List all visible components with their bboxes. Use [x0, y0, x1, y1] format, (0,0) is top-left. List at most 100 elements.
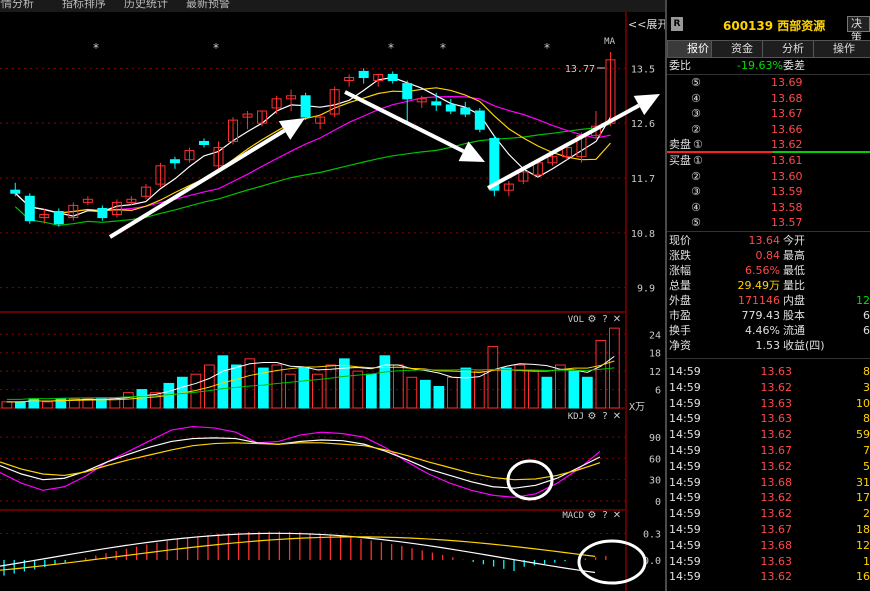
help-icon[interactable]: ? — [602, 411, 607, 422]
volume-bar[interactable] — [1, 401, 13, 409]
volume-bar[interactable] — [420, 379, 431, 409]
bid-level[interactable]: ④ 13.58 — [667, 200, 870, 216]
tick-time: 14:59 — [669, 554, 701, 568]
help-icon[interactable]: ? — [602, 510, 607, 521]
menu-item[interactable]: 历史统计 — [124, 0, 168, 11]
volume-bar[interactable] — [231, 364, 242, 409]
close-icon[interactable]: ✕ — [613, 510, 621, 521]
macd-dif-line — [0, 532, 596, 574]
volume-bar[interactable] — [433, 386, 445, 409]
volume-bar[interactable] — [406, 376, 418, 409]
vol-tick-label: 12 — [649, 367, 661, 378]
volume-bar[interactable] — [136, 389, 148, 409]
ask-level[interactable]: ④ 13.68 — [667, 91, 870, 107]
candle-down[interactable] — [431, 101, 442, 106]
candle-down[interactable] — [460, 107, 471, 115]
volume-bar[interactable] — [582, 376, 593, 409]
gear-icon[interactable]: ⚙ — [588, 411, 597, 422]
candle-down[interactable] — [10, 189, 21, 194]
volume-bar[interactable] — [28, 398, 40, 409]
tick-row[interactable]: 14:59 13.62 16 — [667, 569, 870, 585]
volume-bar[interactable] — [285, 373, 296, 409]
candle-down[interactable] — [53, 211, 64, 225]
tick-row[interactable]: 14:59 13.62 59 — [667, 427, 870, 443]
volume-bar[interactable] — [555, 364, 566, 409]
signal-star-icon: * — [388, 41, 394, 55]
top-menu-bar: 行情分析 指标排序 历史统计 最新预警 — [0, 0, 665, 12]
tick-price: 13.68 — [760, 475, 793, 489]
volume-bar[interactable] — [379, 355, 391, 409]
candle-down[interactable] — [445, 104, 456, 112]
volume-bar[interactable] — [42, 401, 53, 409]
help-icon[interactable]: ? — [602, 314, 607, 325]
trend-arrow-up-head — [278, 118, 305, 140]
tick-row[interactable]: 14:59 13.62 2 — [667, 506, 870, 522]
gear-icon[interactable]: ⚙ — [588, 510, 597, 521]
candle-down[interactable] — [300, 95, 311, 118]
tick-row[interactable]: 14:59 13.63 10 — [667, 396, 870, 412]
tick-row[interactable]: 14:59 13.67 7 — [667, 443, 870, 459]
stat-label: 换手 — [669, 324, 691, 337]
close-icon[interactable]: ✕ — [613, 411, 621, 422]
candle-down[interactable] — [358, 70, 369, 78]
stat-label: 涨跌 — [669, 249, 691, 262]
volume-bar[interactable] — [298, 367, 310, 409]
level-number: ④ — [691, 200, 701, 214]
volume-bar[interactable] — [595, 339, 607, 409]
close-icon[interactable]: ✕ — [613, 314, 621, 325]
tick-row[interactable]: 14:59 13.63 8 — [667, 411, 870, 427]
vol-tick-label: 18 — [649, 349, 661, 360]
ask-level[interactable]: ③ 13.67 — [667, 106, 870, 122]
tick-row[interactable]: 14:59 13.62 17 — [667, 490, 870, 506]
tick-time: 14:59 — [669, 380, 701, 394]
stat-label: 最低 — [783, 264, 805, 277]
volume-bar[interactable] — [15, 401, 26, 409]
expand-button[interactable]: <<展开 — [628, 16, 668, 32]
tick-row[interactable]: 14:59 13.63 1 — [667, 554, 870, 570]
stat-label: 市盈 — [669, 309, 691, 322]
tick-row[interactable]: 14:59 13.62 3 — [667, 380, 870, 396]
candle-down[interactable] — [169, 159, 180, 164]
volume-bar[interactable] — [366, 373, 377, 409]
tick-row[interactable]: 14:59 13.67 18 — [667, 522, 870, 538]
tick-row[interactable]: 14:59 13.68 12 — [667, 538, 870, 554]
ask-level[interactable]: ⑤ 13.69 — [667, 75, 870, 91]
volume-bar[interactable] — [123, 392, 134, 409]
tick-row[interactable]: 14:59 13.68 31 — [667, 475, 870, 491]
candle-down[interactable] — [97, 207, 108, 219]
bid-level[interactable]: ③ 13.59 — [667, 184, 870, 200]
kline-chart[interactable]: 13.5 12.6 11.7 10.8 9.9 * * * * * MA 13.77 24 18 12 6 X万… — [0, 12, 666, 591]
stat-value: 12 — [856, 294, 870, 307]
volume-bar[interactable] — [541, 376, 553, 409]
tick-row[interactable]: 14:59 13.63 8 — [667, 364, 870, 380]
gear-icon[interactable]: ⚙ — [588, 314, 597, 325]
menu-item[interactable]: 指标排序 — [62, 0, 106, 11]
candle-down[interactable] — [474, 110, 485, 130]
bid-level[interactable]: ② 13.60 — [667, 169, 870, 185]
kdj-tick-label: 60 — [649, 454, 661, 465]
volume-bar[interactable] — [447, 376, 458, 409]
candle-down[interactable] — [198, 140, 209, 145]
candle-down[interactable] — [24, 195, 35, 222]
volume-bar[interactable] — [244, 358, 256, 409]
tab-operate[interactable]: 操作 — [813, 40, 870, 58]
volume-bar[interactable] — [487, 346, 499, 409]
bid-level[interactable]: 买盘 ① 13.61 — [667, 153, 870, 169]
menu-item[interactable]: 最新预警 — [186, 0, 230, 11]
decision-button[interactable]: 决策 — [847, 16, 870, 44]
candle-down[interactable] — [402, 83, 413, 100]
weibi-label: 委比 — [669, 59, 691, 72]
bid-level[interactable]: ⑤ 13.57 — [667, 215, 870, 231]
tick-time: 14:59 — [669, 428, 701, 442]
volume-bar[interactable] — [501, 367, 512, 409]
bid-price: 13.57 — [771, 216, 803, 229]
macd-cross-circle — [577, 539, 647, 585]
volume-bar[interactable] — [339, 358, 350, 409]
volume-bar[interactable] — [568, 370, 580, 409]
ask-level[interactable]: ② 13.66 — [667, 122, 870, 138]
tick-row[interactable]: 14:59 13.62 5 — [667, 459, 870, 475]
menu-item[interactable]: 行情分析 — [0, 0, 34, 11]
volume-bar[interactable] — [460, 367, 472, 409]
price-tick-label: 9.9 — [637, 284, 655, 295]
candle-down[interactable] — [387, 73, 398, 82]
